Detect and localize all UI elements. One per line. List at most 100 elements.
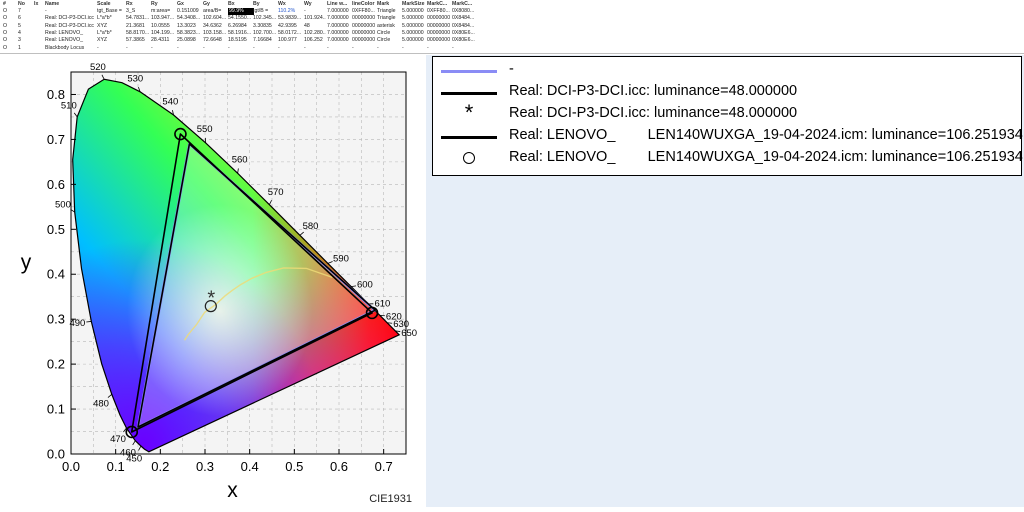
x-tick-label: 0.1 [107, 459, 125, 474]
table-cell: 3.30835 [253, 23, 277, 30]
table-cell: 0X8080... [452, 8, 476, 15]
table-cell: 7.000000 [327, 23, 351, 30]
table-cell: 103.158... [203, 30, 227, 37]
legend-line-swatch [441, 70, 497, 73]
table-cell: O [3, 37, 17, 44]
table-cell: 7 [18, 8, 33, 15]
wavelength-label: 520 [90, 62, 106, 73]
table-cell: 42.9395 [278, 23, 303, 30]
table-cell: - [203, 45, 227, 52]
table-cell: 10.0555 [151, 23, 176, 30]
table-row[interactable]: O5Real: DCI-P3-DCI.iccXYZ21.368110.05551… [0, 23, 480, 30]
column-header: Ry [151, 1, 176, 8]
column-header: lineColor [352, 1, 376, 8]
table-cell: 110.2% [278, 8, 303, 15]
table-cell: 3 [18, 37, 33, 44]
wavelength-label: 540 [162, 96, 178, 107]
legend-item: Real: DCI-P3-DCI.icc: luminance=48.00000… [433, 81, 1023, 105]
circle-marker-icon [463, 152, 475, 164]
whitepoint-asterisk-marker: * [207, 287, 215, 309]
cie-chart: 4504604704804905005105205305405505605705… [0, 55, 424, 507]
table-row[interactable]: O7-tgt_Base =3_Sm:area=0.151009area/B=99… [0, 8, 480, 15]
table-cell: - [304, 45, 326, 52]
table-cell: 5.000000 [402, 8, 426, 15]
column-header: Gy [203, 1, 227, 8]
x-tick-label: 0.3 [196, 459, 214, 474]
table-header-row[interactable]: #NoIxNameScaleRxRyGxGyBxByWxWyLine w...l… [0, 1, 480, 8]
table-cell: 7.16684 [253, 37, 277, 44]
table-cell: 00000000 [352, 37, 376, 44]
x-tick-label: 0.5 [285, 459, 303, 474]
table-cell: 58.1916... [228, 30, 252, 37]
column-header: Bx [228, 1, 252, 8]
table-cell: - [253, 45, 277, 52]
table-cell: 54.7831... [126, 15, 150, 22]
column-header: Wx [278, 1, 303, 8]
table-cell: O [3, 45, 17, 52]
table-cell: 00000000 [427, 15, 451, 22]
chart-svg: 4504604704804905005105205305405505605705… [0, 55, 424, 507]
table-cell: 6.26984 [228, 23, 252, 30]
wavelength-label: 560 [232, 154, 248, 165]
table-cell: Triangle [377, 8, 401, 15]
column-header: Ix [34, 1, 44, 8]
table-cell: - [427, 45, 451, 52]
table-cell: 6 [18, 15, 33, 22]
table-cell: 101.924... [304, 15, 326, 22]
wavelength-label: 590 [333, 253, 349, 264]
table-cell: 7.000000 [327, 8, 351, 15]
table-cell: 4 [18, 30, 33, 37]
table-cell: 7.000000 [327, 15, 351, 22]
table-row[interactable]: O3Real: LENOVO_XYZ57.386528.431125.08987… [0, 37, 480, 44]
table-cell: 0.151009 [177, 8, 202, 15]
table-cell: O [3, 8, 17, 15]
table-cell: 5.000000 [402, 23, 426, 30]
legend-item: Real: LENOVO_ LEN140WUXGA_19-04-2024.icm… [433, 147, 1023, 171]
table-cell: - [228, 45, 252, 52]
table-cell: 54.1550... [228, 15, 252, 22]
column-header: Rx [126, 1, 150, 8]
x-tick-label: 0.7 [375, 459, 393, 474]
table-cell: 100.977 [278, 37, 303, 44]
table-cell: - [452, 45, 476, 52]
table-cell: 103.947... [151, 15, 176, 22]
table-cell: 00000000 [427, 23, 451, 30]
table-row[interactable]: O1Blackbody Locus--------------- [0, 45, 480, 52]
legend-item: *Real: DCI-P3-DCI.icc: luminance=48.0000… [433, 103, 1023, 127]
column-header: Gx [177, 1, 202, 8]
table-cell: O [3, 15, 17, 22]
table-cell: 00000000 [352, 15, 376, 22]
wavelength-label: 550 [197, 124, 213, 135]
table-cell: - [97, 45, 125, 52]
column-header: Name [45, 1, 95, 8]
table-cell: 3_S [126, 8, 150, 15]
table-cell: 00000000 [427, 37, 451, 44]
table-cell: 34.6362 [203, 23, 227, 30]
column-header: Line w... [327, 1, 351, 8]
column-header: MarkSize [402, 1, 426, 8]
table-cell: tgt/B = [253, 8, 277, 15]
table-cell: 25.0898 [177, 37, 202, 44]
y-tick-label: 0.3 [47, 312, 65, 327]
table-cell: - [327, 45, 351, 52]
table-cell: Real: LENOVO_ [45, 37, 95, 44]
table-cell: 54.3408... [177, 15, 202, 22]
table-row[interactable]: O6Real: DCI-P3-DCI.iccL*a*b*54.7831...10… [0, 15, 480, 22]
table-cell: 00000000 [427, 30, 451, 37]
table-cell: - [377, 45, 401, 52]
table-cell: Real: DCI-P3-DCI.icc [45, 23, 95, 30]
table-cell: 5.000000 [402, 30, 426, 37]
table-cell: Triangle [377, 15, 401, 22]
wavelength-label: 490 [69, 318, 85, 329]
table-cell: Blackbody Locus [45, 45, 95, 52]
table-cell: - [278, 45, 303, 52]
column-header: # [3, 1, 17, 8]
column-header: MarkC... [427, 1, 451, 8]
table-row[interactable]: O4Real: LENOVO_L*a*b*58.8170...104.199..… [0, 30, 480, 37]
x-tick-label: 0.2 [151, 459, 169, 474]
table-cell: 13.3023 [177, 23, 202, 30]
table-cell: XYZ [97, 37, 125, 44]
y-tick-label: 0.0 [47, 447, 65, 462]
wavelength-label: 500 [55, 199, 71, 210]
table-cell: 18.5195 [228, 37, 252, 44]
